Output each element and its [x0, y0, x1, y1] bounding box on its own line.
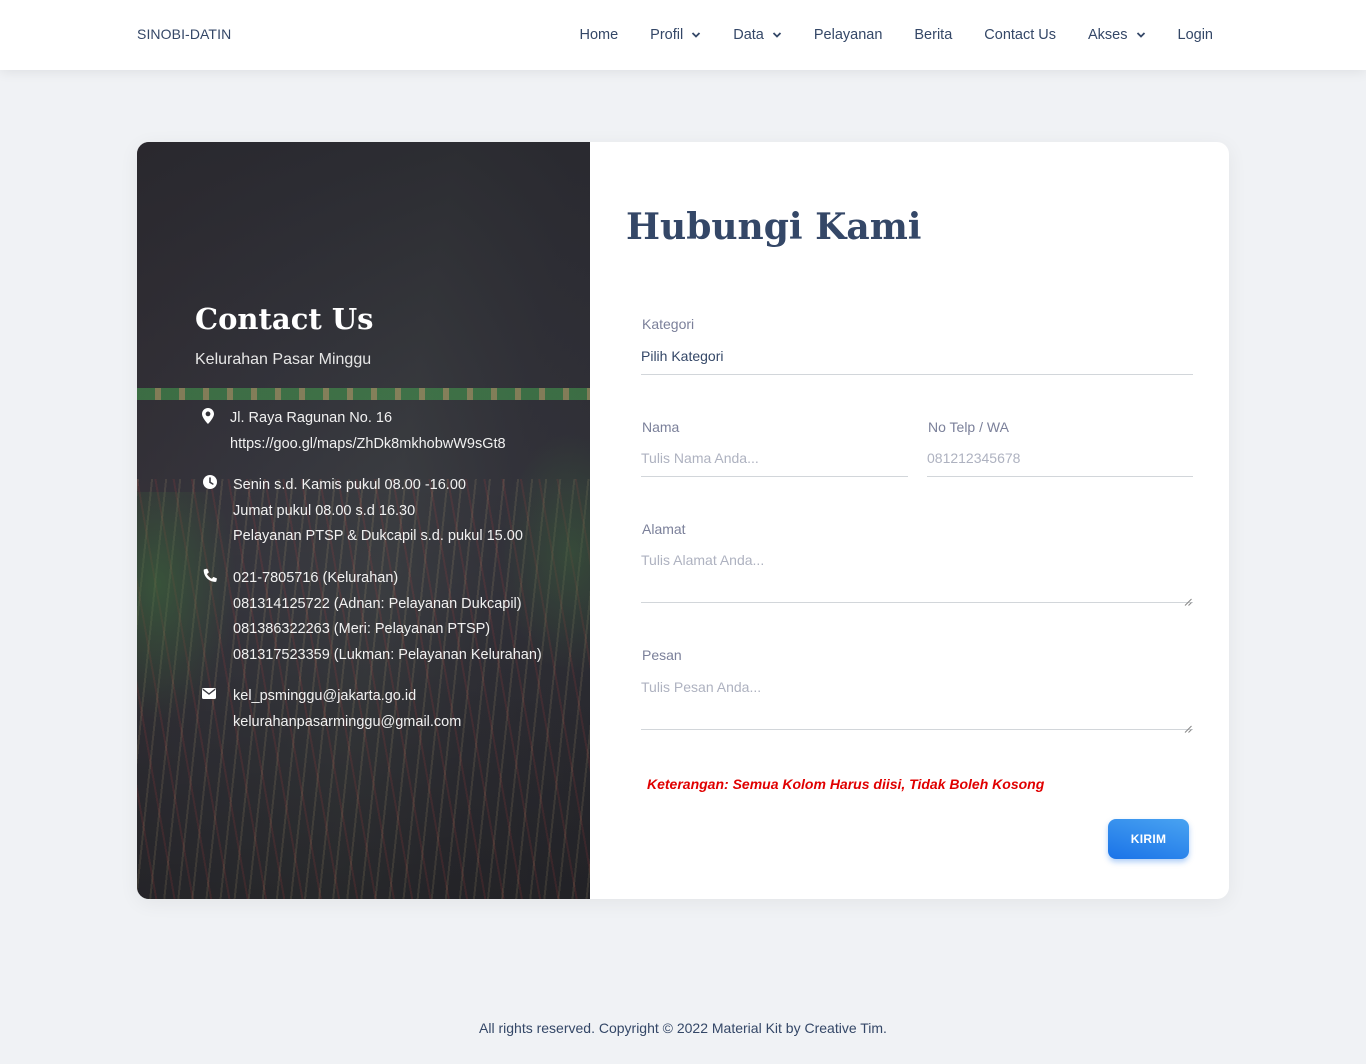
nav-menu: Home Profil Data Pelayanan Berita Contac… — [579, 0, 1213, 70]
contact-info-panel: Contact Us Kelurahan Pasar Minggu Jl. Ra… — [137, 142, 590, 899]
phone-lines: 021-7805716 (Kelurahan) 081314125722 (Ad… — [233, 566, 542, 668]
phone-line: 081317523359 (Lukman: Pelayanan Keluraha… — [233, 646, 542, 663]
nama-input[interactable] — [641, 448, 907, 468]
telp-label: No Telp / WA — [928, 419, 1009, 435]
contact-card: Contact Us Kelurahan Pasar Minggu Jl. Ra… — [137, 142, 1229, 899]
nav-item-label: Berita — [914, 27, 953, 43]
nav-item-label: Login — [1177, 27, 1213, 43]
telp-underline — [927, 476, 1193, 477]
email-line[interactable]: kel_psminggu@jakarta.go.id — [233, 684, 461, 710]
nav-item-berita[interactable]: Berita — [914, 27, 952, 43]
navbar: SINOBI-DATIN Home Profil Data Pelayanan … — [0, 0, 1366, 70]
nav-item-home[interactable]: Home — [579, 27, 618, 43]
nav-item-label: Pelayanan — [813, 27, 883, 43]
envelope-icon — [202, 688, 218, 704]
kategori-underline — [641, 374, 1193, 375]
kategori-label: Kategori — [642, 316, 695, 332]
clock-icon — [203, 475, 219, 491]
alamat-textarea[interactable] — [641, 550, 1181, 570]
footer-copyright: All rights reserved. Copyright © 2022 Ma… — [479, 1020, 887, 1036]
phone-icon — [203, 568, 219, 584]
map-pin-icon — [202, 408, 218, 424]
address-line: Jl. Raya Ragunan No. 16 — [230, 410, 393, 426]
chevron-down-icon — [1136, 30, 1146, 40]
nama-underline — [641, 476, 908, 477]
email-line[interactable]: kelurahanpasarminggu@gmail.com — [233, 710, 461, 736]
nav-item-label: Profil — [650, 27, 684, 43]
contact-panel-title: Contact Us — [195, 302, 374, 336]
nav-item-pelayanan[interactable]: Pelayanan — [814, 27, 883, 43]
hours-lines: Senin s.d. Kamis pukul 08.00 -16.00 Juma… — [233, 473, 523, 550]
nav-item-login[interactable]: Login — [1178, 27, 1213, 43]
telp-input[interactable] — [927, 448, 1193, 468]
brand-logo[interactable]: SINOBI-DATIN — [137, 26, 231, 42]
nav-item-data[interactable]: Data — [733, 27, 782, 43]
resize-handle-icon[interactable] — [1184, 593, 1192, 606]
nav-item-label: Home — [579, 27, 619, 43]
phone-line: 081386322263 (Meri: Pelayanan PTSP) — [233, 621, 491, 637]
alamat-label: Alamat — [642, 521, 686, 537]
submit-button[interactable]: KIRIM — [1108, 819, 1189, 859]
address-lines: Jl. Raya Ragunan No. 16 https://goo.gl/m… — [230, 406, 506, 457]
phone-line: 081314125722 (Adnan: Pelayanan Dukcapil) — [233, 595, 522, 612]
hours-line: Senin s.d. Kamis pukul 08.00 -16.00 — [233, 477, 466, 493]
nav-item-label: Contact Us — [984, 27, 1057, 43]
pesan-underline — [641, 729, 1193, 730]
chevron-down-icon — [772, 30, 782, 40]
contact-panel-subtitle: Kelurahan Pasar Minggu — [195, 351, 372, 368]
chevron-down-icon — [691, 30, 701, 40]
nama-label: Nama — [642, 419, 680, 435]
alamat-underline — [641, 602, 1193, 603]
nav-item-akses[interactable]: Akses — [1088, 27, 1146, 43]
kategori-select[interactable]: Pilih Kategori — [641, 348, 724, 364]
phone-line: 021-7805716 (Kelurahan) — [233, 570, 399, 586]
hours-line: Pelayanan PTSP & Dukcapil s.d. pukul 15.… — [233, 528, 523, 544]
nav-item-label: Akses — [1088, 27, 1128, 43]
pesan-label: Pesan — [642, 647, 682, 663]
maps-link[interactable]: https://goo.gl/maps/ZhDk8mkhobwW9sGt8 — [230, 432, 506, 458]
hours-line: Jumat pukul 08.00 s.d 16.30 — [233, 502, 416, 519]
form-title: Hubungi Kami — [626, 206, 922, 248]
email-lines: kel_psminggu@jakarta.go.id kelurahanpasa… — [233, 684, 461, 735]
resize-handle-icon[interactable] — [1184, 720, 1192, 733]
nav-item-profil[interactable]: Profil — [650, 27, 701, 43]
pesan-textarea[interactable] — [641, 677, 1181, 697]
nav-item-label: Data — [733, 27, 764, 43]
nav-item-contact-us[interactable]: Contact Us — [984, 27, 1056, 43]
required-note: Keterangan: Semua Kolom Harus diisi, Tid… — [647, 776, 1045, 792]
